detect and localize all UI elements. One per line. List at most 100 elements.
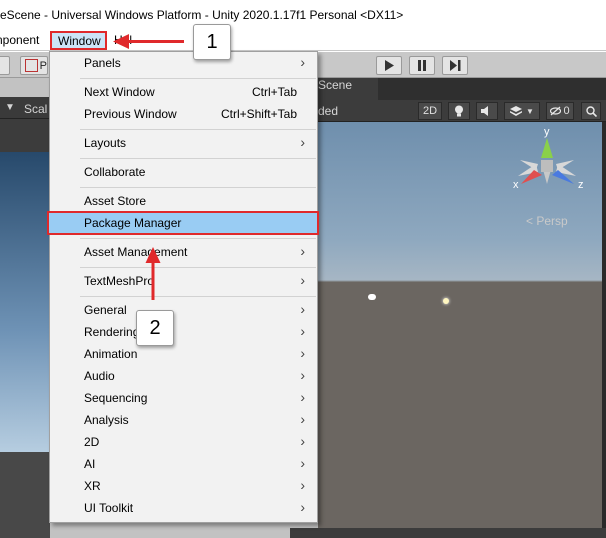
menu-separator <box>80 158 316 159</box>
scene-search-button[interactable] <box>581 102 601 120</box>
pause-button[interactable] <box>409 56 435 75</box>
menu-item-analysis[interactable]: Analysis › <box>51 409 316 431</box>
tab-scene-label: Scene <box>318 78 353 92</box>
chevron-right-icon: › <box>300 411 305 427</box>
menu-item-label: Asset Store <box>84 194 147 208</box>
menu-item-label: Analysis <box>84 413 129 427</box>
projection-label[interactable]: < Persp <box>526 214 568 228</box>
menu-separator <box>80 129 316 130</box>
chevron-right-icon: › <box>300 389 305 405</box>
scene-camera-object[interactable] <box>368 294 376 300</box>
menu-item-textmeshpro[interactable]: TextMeshPro › <box>51 270 316 292</box>
title-bar: eScene - Universal Windows Platform - Un… <box>0 0 606 30</box>
scene-bottom-bar <box>290 528 606 538</box>
menu-item-rendering[interactable]: Rendering › <box>51 321 316 343</box>
menu-separator <box>80 238 316 239</box>
menu-window[interactable]: Window <box>50 31 107 50</box>
menu-item-label: Animation <box>84 347 138 361</box>
menu-item-asset-management[interactable]: Asset Management › <box>51 241 316 263</box>
chevron-right-icon: › <box>300 477 305 493</box>
toggle-2d-button[interactable]: 2D <box>418 102 442 120</box>
menu-item-xr[interactable]: XR › <box>51 475 316 497</box>
tab-scene[interactable]: Scene <box>318 78 378 100</box>
menu-item-label: AI <box>84 457 96 471</box>
left-panel-toolbar: ▼ Scal <box>0 97 50 119</box>
chevron-right-icon: › <box>300 345 305 361</box>
menu-item-label: Rendering <box>84 325 140 339</box>
menu-item-general[interactable]: General › <box>51 299 316 321</box>
pause-icon <box>418 60 426 71</box>
menu-item-label: Package Manager <box>84 216 182 230</box>
game-view-sky <box>0 152 50 452</box>
scene-tab-bar: Scene <box>318 78 606 100</box>
layers-icon <box>510 106 523 116</box>
gizmo-z-label: z <box>578 179 584 191</box>
menu-item-label: Previous Window <box>84 107 177 121</box>
menu-bar: nponent Window Hel <box>0 30 606 51</box>
chevron-right-icon: › <box>300 367 305 383</box>
hidden-objects-toggle[interactable]: 0 <box>546 102 574 120</box>
window-title: eScene - Universal Windows Platform - Un… <box>0 8 404 22</box>
menu-item-ai[interactable]: AI › <box>51 453 316 475</box>
toolbar-left-button[interactable] <box>0 56 10 75</box>
chevron-right-icon: › <box>300 54 305 70</box>
toolbar-collab-button[interactable]: P <box>20 56 48 75</box>
toolbar-left-label: P <box>39 59 47 72</box>
chevron-right-icon: › <box>300 433 305 449</box>
hidden-count: 0 <box>563 105 570 117</box>
chevron-right-icon: › <box>300 499 305 515</box>
menu-separator <box>80 187 316 188</box>
menu-item-previous-window[interactable]: Previous Window Ctrl+Shift+Tab <box>51 103 316 125</box>
menu-item-collaborate[interactable]: Collaborate <box>51 161 316 183</box>
menu-item-layouts[interactable]: Layouts › <box>51 132 316 154</box>
gizmo-y-label: y <box>544 126 550 138</box>
menu-item-label: TextMeshPro <box>84 274 155 288</box>
dropdown-arrow-icon[interactable]: ▼ <box>5 102 15 113</box>
menu-item-audio[interactable]: Audio › <box>51 365 316 387</box>
effects-toggle[interactable]: ▼ <box>504 102 540 120</box>
step-1-callout: 1 <box>193 24 231 60</box>
lighting-toggle[interactable] <box>448 102 470 120</box>
scene-light-object[interactable] <box>443 298 449 304</box>
menu-item-panels[interactable]: Panels › <box>51 52 316 74</box>
menu-item-label: Collaborate <box>84 165 146 179</box>
menu-item-shortcut: Ctrl+Tab <box>251 85 297 99</box>
scale-label: Scal <box>24 102 48 116</box>
step-button[interactable] <box>442 56 468 75</box>
menu-item-next-window[interactable]: Next Window Ctrl+Tab <box>51 81 316 103</box>
menu-separator <box>80 296 316 297</box>
menu-item-label: UI Toolkit <box>84 501 134 515</box>
menu-separator <box>80 78 316 79</box>
menu-item-label: Next Window <box>84 85 155 99</box>
menu-separator <box>80 267 316 268</box>
menu-item-label: Layouts <box>84 136 127 150</box>
gizmo-x-label: x <box>513 179 519 191</box>
menu-item-label: 2D <box>84 435 100 449</box>
menu-item-2d[interactable]: 2D › <box>51 431 316 453</box>
chevron-right-icon: › <box>300 243 305 259</box>
step-icon <box>449 60 460 71</box>
menu-item-package-manager[interactable]: Package Manager <box>47 211 319 235</box>
menu-item-ui-toolkit[interactable]: UI Toolkit › <box>51 497 316 519</box>
eye-slash-icon <box>550 106 562 116</box>
chevron-right-icon: › <box>300 272 305 288</box>
shading-mode-dropdown[interactable]: ded <box>318 104 338 118</box>
collab-icon <box>25 59 38 72</box>
chevron-right-icon: › <box>300 134 305 150</box>
menu-item-label: General <box>84 303 127 317</box>
menu-item-label: Audio <box>84 369 115 383</box>
menu-item-asset-store[interactable]: Asset Store <box>51 190 316 212</box>
menu-component[interactable]: nponent <box>0 33 39 47</box>
lightbulb-icon <box>455 105 463 117</box>
window-menu-dropdown: Panels › Next Window Ctrl+Tab Previous Windo… <box>47 51 319 523</box>
game-view-ground <box>0 452 50 538</box>
menu-item-animation[interactable]: Animation › <box>51 343 316 365</box>
scene-scrollbar[interactable] <box>602 122 606 538</box>
menu-help[interactable]: Hel <box>114 33 132 47</box>
audio-toggle[interactable] <box>476 102 498 120</box>
menu-item-shortcut: Ctrl+Shift+Tab <box>220 107 297 121</box>
play-icon <box>385 60 394 71</box>
menu-item-sequencing[interactable]: Sequencing › <box>51 387 316 409</box>
play-button[interactable] <box>376 56 402 75</box>
menu-item-label: Panels <box>84 56 121 70</box>
